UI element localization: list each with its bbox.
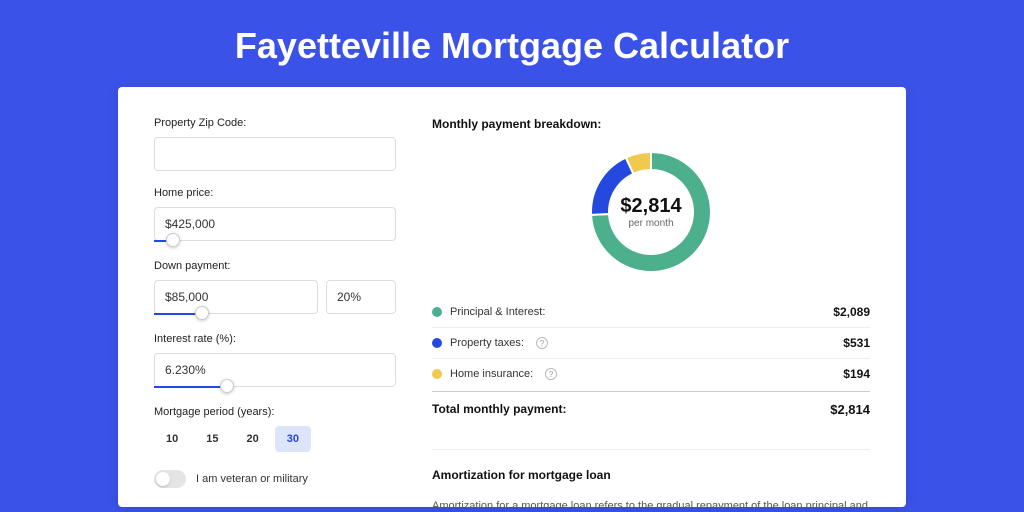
slider-thumb[interactable] [195, 306, 209, 320]
donut-center-sub: per month [620, 218, 681, 229]
slider-thumb[interactable] [166, 233, 180, 247]
down-payment-label: Down payment: [154, 260, 396, 272]
legend-value: $531 [843, 336, 870, 350]
legend-dot [432, 307, 442, 317]
inputs-column: Property Zip Code: Home price: Down paym… [154, 117, 396, 507]
zip-label: Property Zip Code: [154, 117, 396, 129]
legend-row: Home insurance:? $194 [432, 359, 870, 389]
donut-chart: $2,814 per month [432, 147, 870, 277]
down-payment-slider[interactable] [154, 311, 396, 317]
legend-value: $2,089 [833, 305, 870, 319]
legend-row: Principal & Interest: $2,089 [432, 297, 870, 328]
legend-row: Property taxes:? $531 [432, 328, 870, 359]
period-button-15[interactable]: 15 [194, 426, 230, 452]
period-button-30[interactable]: 30 [275, 426, 311, 452]
mortgage-period-label: Mortgage period (years): [154, 406, 396, 418]
home-price-input[interactable] [154, 207, 396, 241]
interest-rate-slider[interactable] [154, 384, 396, 390]
interest-rate-input[interactable] [154, 353, 396, 387]
legend-label: Principal & Interest: [450, 306, 545, 318]
legend-label: Home insurance: [450, 368, 533, 380]
page-title: Fayetteville Mortgage Calculator [0, 0, 1024, 87]
period-button-10[interactable]: 10 [154, 426, 190, 452]
amortization-text: Amortization for a mortgage loan refers … [432, 498, 870, 507]
down-payment-input[interactable] [154, 280, 318, 314]
home-price-slider[interactable] [154, 238, 396, 244]
interest-rate-label: Interest rate (%): [154, 333, 396, 345]
info-icon[interactable]: ? [545, 368, 557, 380]
legend-dot [432, 338, 442, 348]
legend-label: Property taxes: [450, 337, 524, 349]
veteran-label: I am veteran or military [196, 473, 308, 485]
slider-thumb[interactable] [220, 379, 234, 393]
down-payment-pct-input[interactable] [326, 280, 396, 314]
breakdown-title: Monthly payment breakdown: [432, 117, 870, 131]
donut-center-value: $2,814 [620, 195, 681, 218]
total-value: $2,814 [830, 402, 870, 417]
period-button-20[interactable]: 20 [235, 426, 271, 452]
veteran-toggle[interactable] [154, 470, 186, 488]
legend-value: $194 [843, 367, 870, 381]
info-icon[interactable]: ? [536, 337, 548, 349]
breakdown-column: Monthly payment breakdown: $2,814 per mo… [432, 117, 870, 507]
legend-dot [432, 369, 442, 379]
switch-thumb [156, 472, 170, 486]
zip-input[interactable] [154, 137, 396, 171]
home-price-label: Home price: [154, 187, 396, 199]
amortization-title: Amortization for mortgage loan [432, 468, 870, 482]
total-label: Total monthly payment: [432, 402, 566, 417]
calculator-card: Property Zip Code: Home price: Down paym… [118, 87, 906, 507]
